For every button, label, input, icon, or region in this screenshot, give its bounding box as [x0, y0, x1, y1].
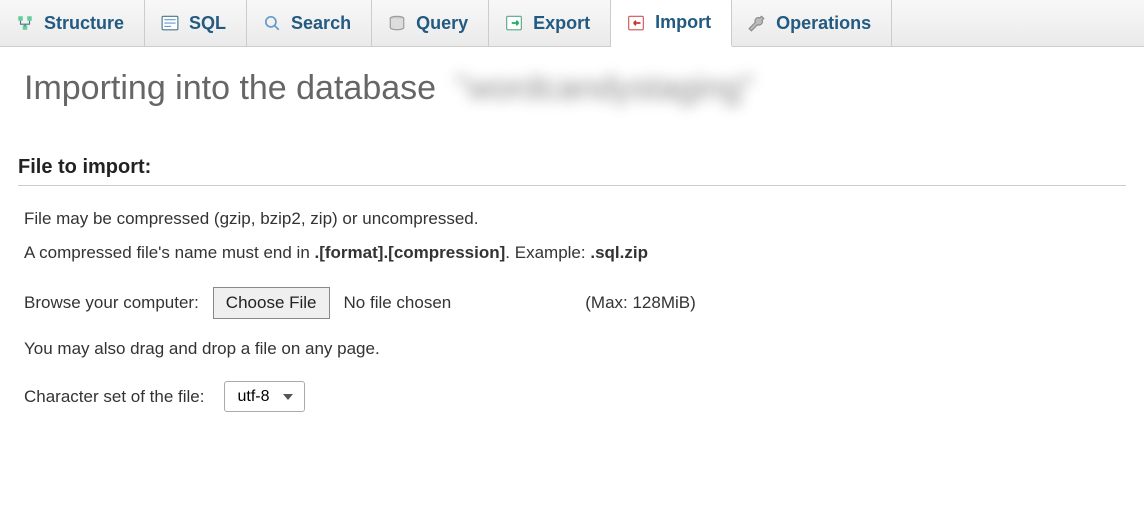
query-icon	[388, 14, 406, 32]
structure-icon	[16, 14, 34, 32]
no-file-chosen-text: No file chosen	[344, 293, 452, 313]
heading-prefix: Importing into the database	[24, 69, 436, 107]
tab-search[interactable]: Search	[247, 0, 372, 46]
search-icon	[263, 14, 281, 32]
export-icon	[505, 14, 523, 32]
browse-label: Browse your computer:	[24, 293, 199, 313]
compression-hint-line-2: A compressed file's name must end in .[f…	[24, 240, 1126, 266]
browse-row: Browse your computer: Choose File No fil…	[24, 287, 1126, 319]
sql-icon	[161, 14, 179, 32]
operations-icon	[748, 14, 766, 32]
charset-row: Character set of the file: utf-8	[24, 381, 1126, 412]
divider	[18, 185, 1126, 186]
drag-drop-hint: You may also drag and drop a file on any…	[24, 339, 1126, 359]
import-icon	[627, 14, 645, 32]
compression-hint-line-1: File may be compressed (gzip, bzip2, zip…	[24, 206, 1126, 232]
tab-label: Operations	[776, 13, 871, 34]
tab-label: Import	[655, 12, 711, 33]
section-title-file-to-import: File to import:	[18, 156, 1126, 179]
compression-example: .sql.zip	[590, 243, 648, 262]
compression-pattern: .[format].[compression]	[315, 243, 506, 262]
tab-bar: Structure SQL Search Query Export Import	[0, 0, 1144, 47]
charset-select-wrap: utf-8	[224, 381, 305, 412]
tab-label: Structure	[44, 13, 124, 34]
compression-hint-mid: . Example:	[505, 243, 590, 262]
tab-label: Export	[533, 13, 590, 34]
page-title: Importing into the database "wordcandyst…	[0, 47, 1144, 118]
tab-import[interactable]: Import	[611, 0, 732, 47]
tab-label: SQL	[189, 13, 226, 34]
max-size-text: (Max: 128MiB)	[585, 293, 696, 313]
tab-label: Query	[416, 13, 468, 34]
tab-structure[interactable]: Structure	[0, 0, 145, 46]
tab-query[interactable]: Query	[372, 0, 489, 46]
tab-operations[interactable]: Operations	[732, 0, 892, 46]
tab-export[interactable]: Export	[489, 0, 611, 46]
compression-hint-prefix: A compressed file's name must end in	[24, 243, 315, 262]
choose-file-button[interactable]: Choose File	[213, 287, 330, 319]
tab-sql[interactable]: SQL	[145, 0, 247, 46]
charset-select[interactable]: utf-8	[224, 381, 305, 412]
tab-label: Search	[291, 13, 351, 34]
charset-label: Character set of the file:	[24, 387, 204, 407]
heading-dbname: "wordcandystaging"	[456, 69, 754, 108]
